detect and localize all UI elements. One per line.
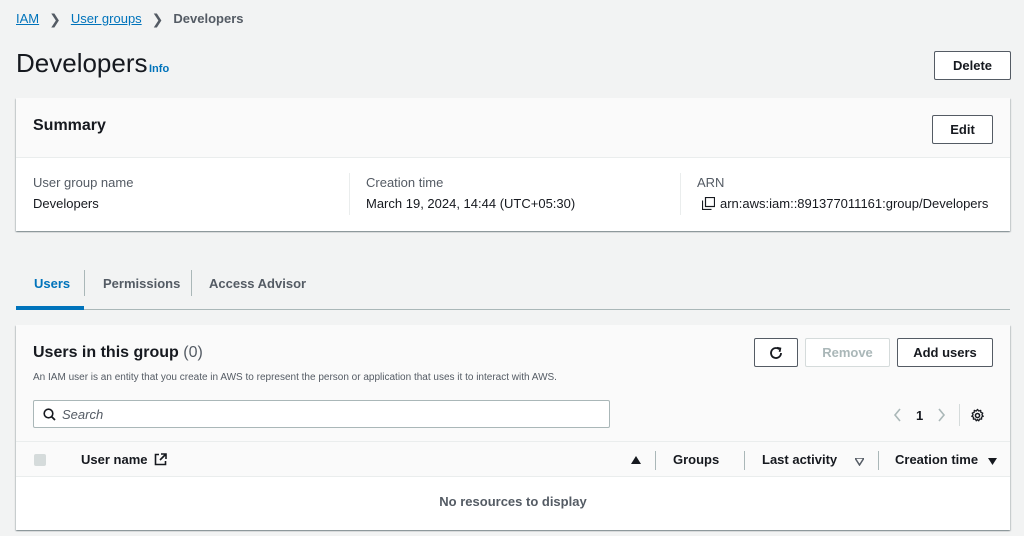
sort-descending-icon[interactable] — [988, 458, 997, 466]
tab-divider — [191, 270, 192, 296]
sort-ascending-icon[interactable] — [631, 456, 641, 464]
group-name-label: User group name — [33, 175, 134, 190]
users-description: An IAM user is an entity that you create… — [33, 372, 557, 383]
chevron-right-icon: ❯ — [49, 10, 61, 27]
column-header-creation-time[interactable]: Creation time — [895, 452, 978, 467]
delete-button[interactable]: Delete — [934, 51, 1011, 80]
chevron-left-icon[interactable] — [892, 407, 904, 423]
users-header: Users in this group (0) An IAM user is a… — [16, 325, 1010, 441]
table-header: User name Groups Last activity Creation … — [16, 441, 1010, 477]
arn-value: arn:aws:iam::891377011161:group/Develope… — [720, 196, 989, 211]
refresh-button[interactable] — [754, 338, 798, 367]
search-icon — [43, 407, 56, 421]
breadcrumb: IAM ❯ User groups ❯ Developers — [16, 11, 244, 26]
select-all-checkbox[interactable] — [34, 454, 46, 466]
breadcrumb-current: Developers — [173, 11, 244, 26]
column-header-last-activity[interactable]: Last activity — [762, 452, 837, 467]
external-link-icon — [154, 453, 167, 466]
column-divider — [349, 173, 350, 215]
tab-access-advisor[interactable]: Access Advisor — [209, 276, 306, 291]
summary-card: Summary Edit User group name Developers … — [16, 98, 1010, 231]
column-divider — [655, 451, 656, 470]
creation-time-label: Creation time — [366, 175, 444, 190]
creation-time-value: March 19, 2024, 14:44 (UTC+05:30) — [366, 196, 576, 211]
info-link[interactable]: Info — [149, 63, 169, 75]
arn-label: ARN — [697, 175, 725, 190]
remove-button[interactable]: Remove — [805, 338, 890, 367]
pagination: 1 — [892, 404, 985, 426]
pager-divider — [959, 404, 961, 426]
empty-state-message: No resources to display — [439, 494, 587, 509]
tab-users[interactable]: Users — [34, 276, 70, 291]
tab-divider — [84, 270, 85, 296]
column-header-groups[interactable]: Groups — [673, 452, 719, 467]
column-divider — [680, 173, 681, 215]
search-field — [33, 400, 610, 428]
breadcrumb-user-groups-link[interactable]: User groups — [71, 11, 142, 26]
chevron-right-icon: ❯ — [151, 10, 164, 27]
copy-icon[interactable] — [702, 197, 715, 210]
page-title: Developers — [16, 48, 148, 78]
column-divider — [744, 451, 745, 470]
page-number[interactable]: 1 — [916, 408, 923, 423]
column-divider — [878, 451, 879, 470]
add-users-button[interactable]: Add users — [897, 338, 993, 367]
chevron-right-icon[interactable] — [935, 407, 947, 423]
sort-descending-icon[interactable] — [855, 458, 864, 466]
users-title: Users in this group (0) — [33, 344, 203, 362]
users-card: Users in this group (0) An IAM user is a… — [16, 325, 1010, 530]
refresh-icon — [770, 346, 782, 359]
column-header-user-name[interactable]: User name — [81, 452, 167, 467]
column-label: User name — [81, 452, 148, 467]
tab-permissions[interactable]: Permissions — [103, 276, 180, 291]
users-count: (0) — [183, 344, 203, 361]
active-tab-indicator — [16, 306, 84, 310]
tab-list: Users Permissions Access Advisor — [16, 268, 1010, 310]
summary-title: Summary — [33, 117, 106, 134]
edit-button[interactable]: Edit — [932, 115, 993, 144]
group-name-value: Developers — [33, 196, 99, 211]
users-title-text: Users in this group — [33, 344, 179, 361]
summary-header: Summary Edit — [16, 98, 1010, 158]
search-input[interactable] — [62, 406, 580, 422]
gear-icon[interactable] — [970, 408, 985, 423]
breadcrumb-iam-link[interactable]: IAM — [16, 11, 39, 26]
